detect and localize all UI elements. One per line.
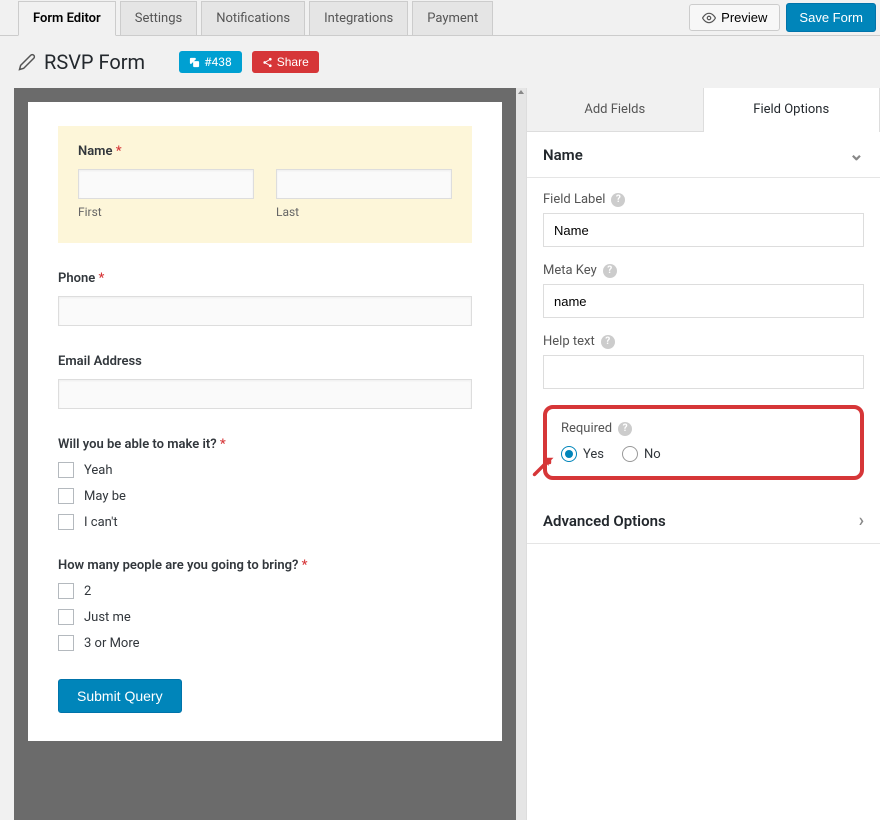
chevron-right-icon: › [859, 510, 864, 531]
tab-settings[interactable]: Settings [120, 1, 197, 35]
checkbox-icon [58, 514, 74, 530]
field-name[interactable]: Name * First Last [58, 126, 472, 243]
email-label: Email Address [58, 354, 472, 369]
required-yes[interactable]: Yes [561, 446, 604, 462]
tab-payment[interactable]: Payment [412, 1, 493, 35]
meta-key-text: Meta Key [543, 263, 597, 278]
help-text-label: Help text [543, 334, 595, 349]
radio-icon [561, 446, 577, 462]
required-star: * [302, 558, 308, 573]
chevron-down-icon: ⌄ [849, 144, 864, 165]
required-star: * [220, 437, 226, 452]
name-label: Name * [78, 144, 452, 159]
form-id-text: #438 [204, 55, 232, 69]
preview-button[interactable]: Preview [689, 4, 780, 31]
checkbox-icon [58, 488, 74, 504]
people-option-2[interactable]: 2 [58, 583, 472, 599]
help-icon[interactable]: ? [618, 422, 632, 436]
required-label: Required [561, 421, 612, 436]
required-star: * [98, 271, 104, 286]
tab-integrations[interactable]: Integrations [309, 1, 408, 35]
email-input[interactable] [58, 379, 472, 409]
advanced-label: Advanced Options [543, 512, 666, 530]
attend-option-yeah[interactable]: Yeah [58, 462, 472, 478]
last-name-input[interactable] [276, 169, 452, 199]
tab-form-editor[interactable]: Form Editor [18, 1, 116, 36]
people-option-3more[interactable]: 3 or More [58, 635, 472, 651]
checkbox-icon [58, 609, 74, 625]
section-name[interactable]: Name ⌄ [527, 132, 880, 178]
canvas-wrap: Name * First Last Phone * [0, 88, 526, 820]
copy-icon [189, 57, 200, 68]
sidebar-tab-field-options[interactable]: Field Options [703, 88, 880, 132]
field-attend[interactable]: Will you be able to make it? * Yeah May … [58, 437, 472, 530]
top-tabs: Form Editor Settings Notifications Integ… [0, 0, 880, 36]
section-advanced[interactable]: Advanced Options › [527, 498, 880, 544]
share-icon [262, 57, 273, 68]
help-icon[interactable]: ? [603, 264, 617, 278]
field-label-input[interactable] [543, 213, 864, 247]
help-text-input[interactable] [543, 355, 864, 389]
header-row: RSVP Form #438 Share [0, 36, 880, 88]
help-text-row: Help text? [543, 334, 864, 389]
checkbox-icon [58, 635, 74, 651]
meta-key-row: Meta Key? [543, 263, 864, 318]
field-phone[interactable]: Phone * [58, 271, 472, 326]
field-label-text: Field Label [543, 192, 605, 207]
first-name-input[interactable] [78, 169, 254, 199]
field-label-row: Field Label? [543, 192, 864, 247]
sidebar: Add Fields Field Options Name ⌄ Field La… [526, 88, 880, 820]
checkbox-icon [58, 462, 74, 478]
section-body: Field Label? Meta Key? Help text? Requir… [527, 178, 880, 498]
attend-option-maybe[interactable]: May be [58, 488, 472, 504]
phone-input[interactable] [58, 296, 472, 326]
form-title: RSVP Form [18, 50, 145, 74]
required-star: * [116, 144, 122, 159]
required-highlight: Required? Yes No [543, 405, 864, 480]
attend-option-cant[interactable]: I can't [58, 514, 472, 530]
required-no[interactable]: No [622, 446, 661, 462]
sidebar-tab-add-fields[interactable]: Add Fields [527, 88, 703, 132]
canvas-scroll[interactable]: Name * First Last Phone * [14, 88, 516, 820]
checkbox-icon [58, 583, 74, 599]
meta-key-input[interactable] [543, 284, 864, 318]
help-icon[interactable]: ? [611, 193, 625, 207]
first-sublabel: First [78, 205, 254, 219]
field-people[interactable]: How many people are you going to bring? … [58, 558, 472, 651]
people-option-justme[interactable]: Just me [58, 609, 472, 625]
preview-label: Preview [721, 10, 767, 25]
scrollbar[interactable] [516, 88, 526, 820]
attend-label: Will you be able to make it? * [58, 437, 472, 452]
tab-notifications[interactable]: Notifications [201, 1, 305, 35]
people-label: How many people are you going to bring? … [58, 558, 472, 573]
help-icon[interactable]: ? [601, 335, 615, 349]
main: Name * First Last Phone * [0, 88, 880, 820]
share-button[interactable]: Share [252, 51, 319, 73]
submit-button[interactable]: Submit Query [58, 679, 182, 713]
phone-label: Phone * [58, 271, 472, 286]
pencil-icon[interactable] [18, 53, 36, 71]
share-label: Share [277, 55, 309, 69]
form-title-text: RSVP Form [44, 50, 145, 74]
field-email[interactable]: Email Address [58, 354, 472, 409]
canvas: Name * First Last Phone * [28, 102, 502, 741]
last-sublabel: Last [276, 205, 452, 219]
eye-icon [702, 11, 716, 25]
radio-icon [622, 446, 638, 462]
save-button[interactable]: Save Form [786, 3, 876, 32]
form-id-badge[interactable]: #438 [179, 51, 242, 73]
arrow-icon [529, 454, 555, 484]
section-name-label: Name [543, 146, 583, 164]
